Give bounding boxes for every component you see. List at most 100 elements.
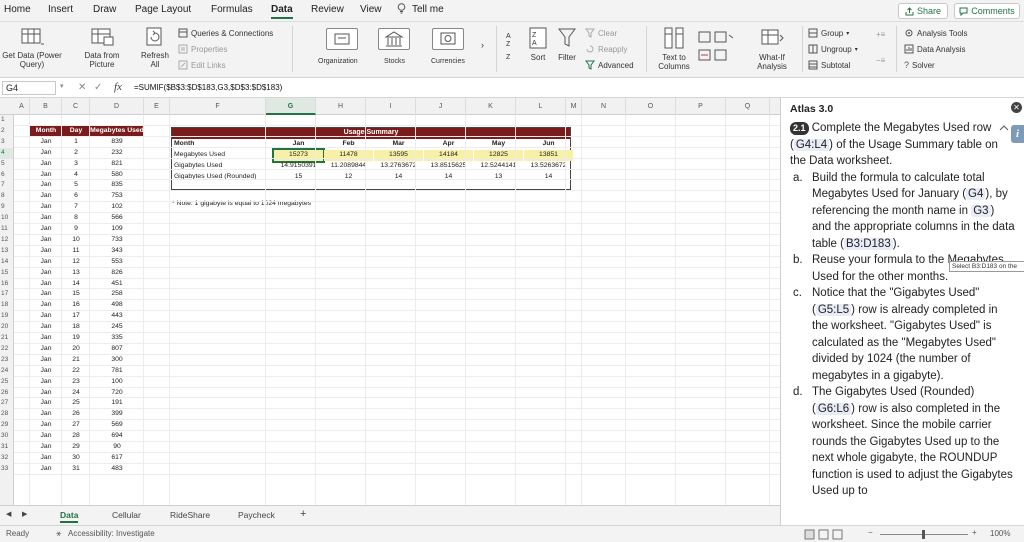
edit-links-button[interactable]: Edit Links — [178, 60, 226, 70]
row-header[interactable]: 24 — [0, 366, 13, 377]
subtotal-button[interactable]: Subtotal — [808, 60, 850, 70]
text-to-columns-button[interactable]: Text to Columns — [654, 26, 694, 71]
row-header[interactable]: 19 — [0, 311, 13, 322]
group-button[interactable]: Group ▾ — [808, 28, 849, 38]
row-header[interactable]: 7 — [0, 180, 13, 191]
row-header[interactable]: 26 — [0, 388, 13, 399]
column-header[interactable]: M — [566, 98, 582, 115]
data-from-picture-button[interactable]: Data from Picture — [70, 26, 134, 69]
row-header[interactable]: 2 — [0, 126, 13, 137]
column-header[interactable]: L — [516, 98, 566, 115]
row-header[interactable]: 10 — [0, 213, 13, 224]
scroll-left-icon[interactable]: ◀ — [6, 510, 11, 518]
tab-page-layout[interactable]: Page Layout — [135, 4, 191, 15]
sheet-tab-cellular[interactable]: Cellular — [112, 510, 141, 520]
column-header[interactable]: D — [90, 98, 144, 115]
row-header[interactable]: 5 — [0, 159, 13, 170]
row-header[interactable]: 28 — [0, 409, 13, 420]
column-header[interactable]: N — [582, 98, 626, 115]
tab-view[interactable]: View — [360, 4, 382, 15]
ref-g3[interactable]: G3 — [971, 204, 991, 217]
row-header[interactable]: 13 — [0, 246, 13, 257]
what-if-analysis-button[interactable]: What-If Analysis — [748, 26, 796, 71]
filter-button[interactable]: Filter — [554, 26, 580, 62]
name-box-dropdown-icon[interactable]: ▾ — [60, 82, 64, 90]
properties-button[interactable]: Properties — [178, 44, 227, 54]
insert-function-button[interactable]: fx — [114, 81, 122, 93]
sheet-tab-data[interactable]: Data — [60, 510, 79, 523]
row-header[interactable]: 15 — [0, 268, 13, 279]
currencies-gallery[interactable] — [432, 28, 464, 50]
column-header[interactable]: G — [266, 98, 316, 115]
row-header[interactable]: 29 — [0, 420, 13, 431]
show-detail-icon[interactable]: +≡ — [876, 30, 885, 39]
worksheet-grid[interactable]: Month Day Megabytes Used Jan 1 839 Jan 2 232 Jan 3… — [14, 115, 780, 505]
summary-value-cell[interactable]: Megabytes Used — [174, 150, 271, 161]
column-header[interactable]: Q — [726, 98, 770, 115]
organization-gallery[interactable] — [326, 28, 358, 50]
row-header[interactable]: 12 — [0, 235, 13, 246]
zoom-in-button[interactable]: + — [972, 528, 977, 537]
solver-button[interactable]: ? Solver — [904, 60, 935, 70]
summary-month-cell[interactable]: Month — [174, 139, 271, 150]
formula-input[interactable]: =SUMIF($B$3:$D$183,G3,$D$3:$D$183) — [134, 83, 282, 92]
row-header[interactable]: 14 — [0, 257, 13, 268]
column-header[interactable]: H — [316, 98, 366, 115]
zoom-out-button[interactable]: − — [868, 528, 873, 537]
row-header[interactable]: 1 — [0, 115, 13, 126]
get-data-button[interactable]: Get Data (Power Query) — [2, 26, 62, 69]
sheet-tab-rideshare[interactable]: RideShare — [170, 510, 210, 520]
column-header[interactable]: B — [30, 98, 62, 115]
hide-detail-icon[interactable]: −≡ — [876, 56, 885, 65]
row-header[interactable]: 17 — [0, 289, 13, 300]
data-tools-icons[interactable] — [697, 30, 741, 66]
row-header[interactable]: 11 — [0, 224, 13, 235]
row-header[interactable]: 33 — [0, 464, 13, 475]
summary-value-cell[interactable]: Gigabytes Used — [174, 161, 271, 172]
tab-review[interactable]: Review — [311, 4, 344, 15]
cancel-icon[interactable]: ✕ — [78, 82, 86, 93]
close-icon[interactable]: ✕ — [1011, 102, 1022, 113]
advanced-filter-button[interactable]: Advanced — [585, 60, 634, 70]
sheet-tab-paycheck[interactable]: Paycheck — [238, 510, 275, 520]
row-header[interactable]: 9 — [0, 202, 13, 213]
data-analysis-button[interactable]: Data Analysis — [904, 44, 965, 54]
column-header[interactable]: F — [170, 98, 266, 115]
row-header[interactable]: 18 — [0, 300, 13, 311]
row-header[interactable]: 30 — [0, 431, 13, 442]
zoom-slider-thumb[interactable] — [922, 530, 925, 539]
column-header[interactable]: O — [626, 98, 676, 115]
add-sheet-button[interactable]: + — [300, 508, 306, 520]
clear-button[interactable]: Clear — [585, 28, 617, 38]
column-header[interactable]: K — [466, 98, 516, 115]
name-box[interactable]: G4 — [2, 81, 56, 95]
tab-formulas[interactable]: Formulas — [211, 4, 253, 15]
row-header[interactable]: 27 — [0, 398, 13, 409]
share-button[interactable]: Share — [898, 3, 948, 19]
ref-g6-l6[interactable]: G6:L6 — [815, 402, 852, 415]
tab-insert[interactable]: Insert — [48, 4, 73, 15]
sort-az-icon[interactable]: AZZ — [505, 29, 519, 65]
stocks-gallery[interactable] — [378, 28, 410, 50]
view-mode-icons[interactable] — [804, 529, 844, 540]
enter-check-icon[interactable]: ✓ — [94, 82, 102, 93]
column-header[interactable]: E — [144, 98, 170, 115]
column-header[interactable]: C — [62, 98, 90, 115]
queries-connections-button[interactable]: Queries & Connections — [178, 28, 273, 38]
row-header[interactable]: 6 — [0, 170, 13, 181]
row-header[interactable]: 20 — [0, 322, 13, 333]
row-header[interactable]: 21 — [0, 333, 13, 344]
analysis-tools-button[interactable]: Analysis Tools — [904, 28, 968, 38]
tell-me-search[interactable]: Tell me — [412, 4, 444, 15]
accessibility-status[interactable]: Accessibility: Investigate — [68, 529, 155, 538]
ref-g4-l4[interactable]: G4:L4 — [793, 138, 830, 151]
column-header[interactable]: A — [14, 98, 30, 115]
row-header[interactable]: 32 — [0, 453, 13, 464]
sort-button[interactable]: ZA Sort — [526, 26, 550, 62]
row-header[interactable]: 16 — [0, 279, 13, 290]
comments-button[interactable]: Comments — [954, 3, 1020, 19]
summary-value-cell[interactable]: Gigabytes Used (Rounded) — [174, 172, 271, 183]
tab-draw[interactable]: Draw — [93, 4, 116, 15]
row-header[interactable]: 22 — [0, 344, 13, 355]
ref-g4[interactable]: G4 — [966, 188, 986, 200]
